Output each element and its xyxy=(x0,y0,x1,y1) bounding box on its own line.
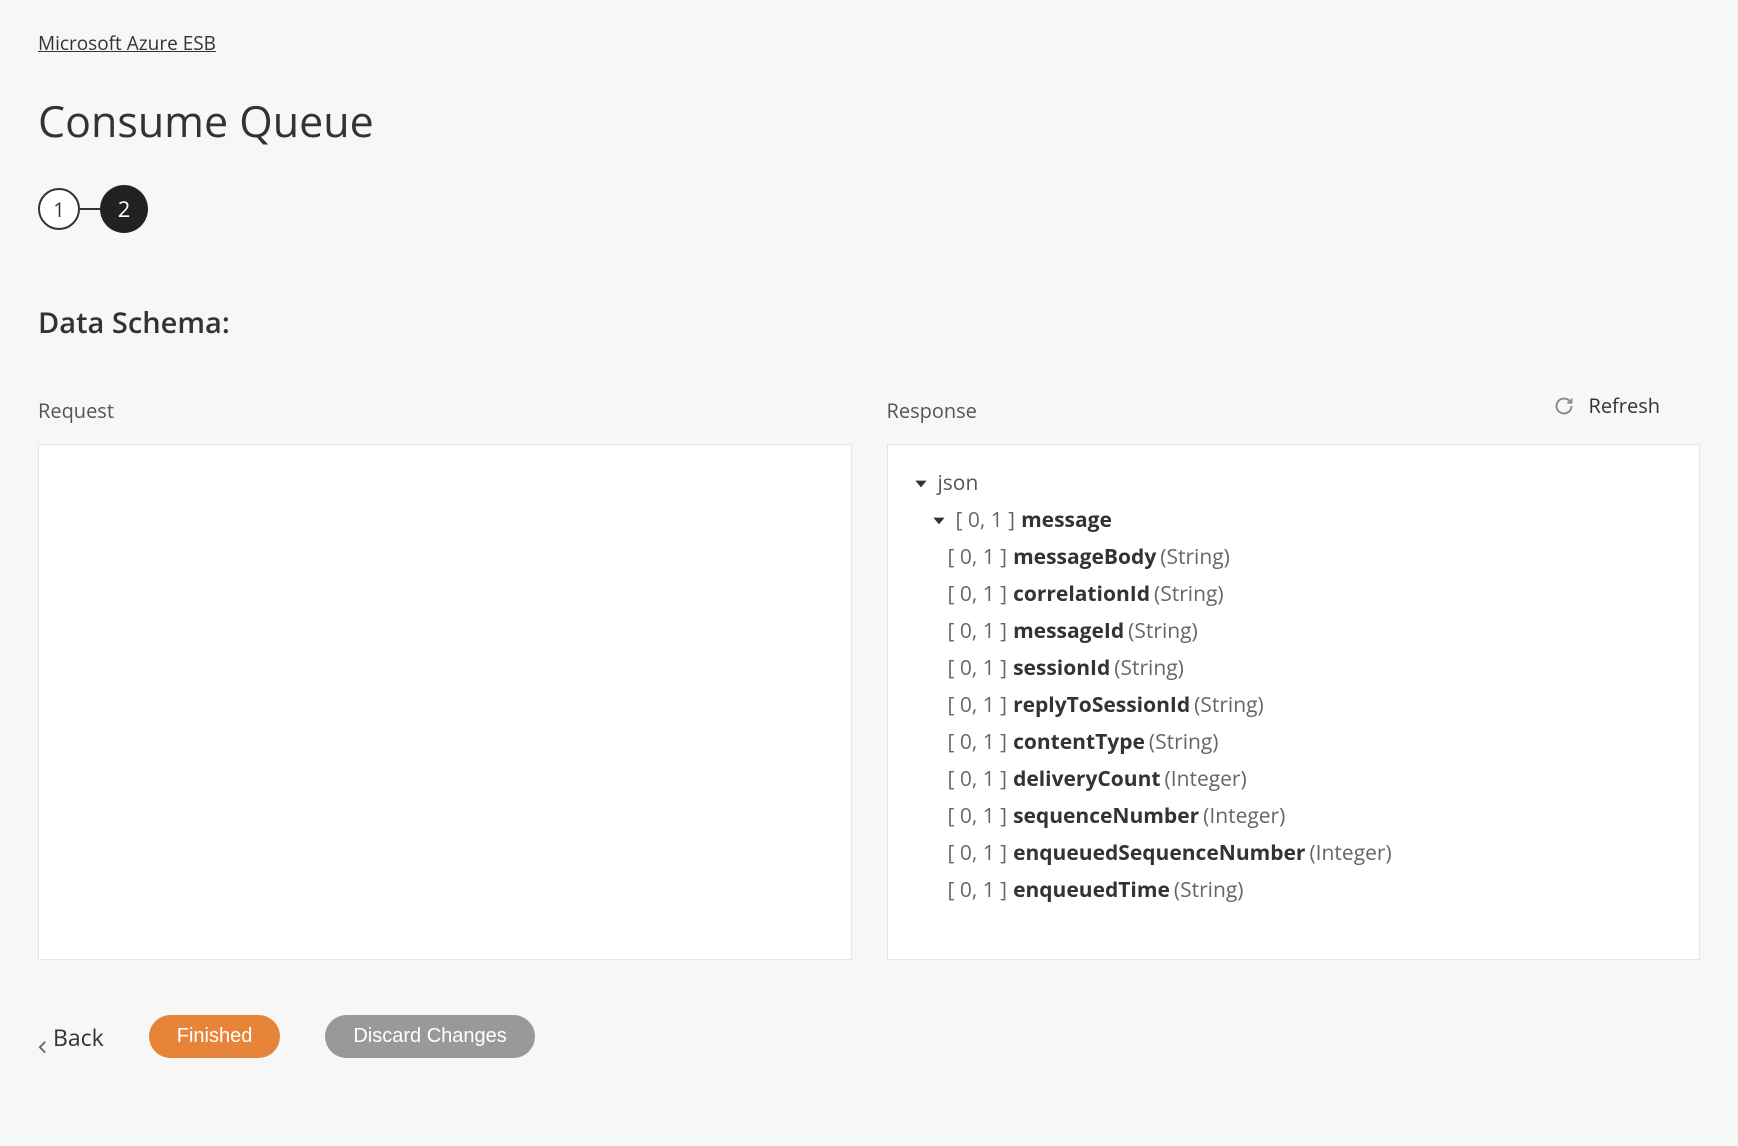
chevron-down-icon xyxy=(912,475,930,493)
tree-field[interactable]: [ 0, 1 ]messageBody (String) xyxy=(948,539,1676,576)
field-cardinality: [ 0, 1 ] xyxy=(956,510,1016,531)
field-cardinality: [ 0, 1 ] xyxy=(948,806,1008,827)
response-label: Response xyxy=(887,397,1701,424)
tree-field[interactable]: [ 0, 1 ]sessionId (String) xyxy=(948,650,1676,687)
tree-root[interactable]: json xyxy=(912,465,1676,502)
field-cardinality: [ 0, 1 ] xyxy=(948,769,1008,790)
field-cardinality: [ 0, 1 ] xyxy=(948,658,1008,679)
field-type: (String) xyxy=(1128,621,1198,642)
field-cardinality: [ 0, 1 ] xyxy=(948,695,1008,716)
breadcrumb-link[interactable]: Microsoft Azure ESB xyxy=(38,30,216,56)
stepper: 1 2 xyxy=(38,185,1700,233)
request-label: Request xyxy=(38,397,852,424)
page-title: Consume Queue xyxy=(38,91,1700,150)
response-panel: json [ 0, 1 ] message [ 0, 1 ]messageBod… xyxy=(887,444,1701,960)
field-type: (Integer) xyxy=(1165,769,1247,790)
response-column: Response json [ 0, 1 ] message [ 0, 1 ]m… xyxy=(887,397,1701,960)
field-type: (Integer) xyxy=(1203,806,1285,827)
tree-field[interactable]: [ 0, 1 ]contentType (String) xyxy=(948,724,1676,761)
back-label: Back xyxy=(53,1021,104,1053)
request-column: Request xyxy=(38,397,852,960)
field-name: deliveryCount xyxy=(1013,769,1160,790)
tree-field[interactable]: [ 0, 1 ]messageId (String) xyxy=(948,613,1676,650)
tree-field[interactable]: [ 0, 1 ]correlationId (String) xyxy=(948,576,1676,613)
tree-field[interactable]: [ 0, 1 ]sequenceNumber (Integer) xyxy=(948,798,1676,835)
field-cardinality: [ 0, 1 ] xyxy=(948,732,1008,753)
field-name: correlationId xyxy=(1013,584,1150,605)
back-button[interactable]: Back xyxy=(38,1021,104,1053)
section-title: Data Schema: xyxy=(38,303,1700,342)
tree-message[interactable]: [ 0, 1 ] message xyxy=(930,502,1676,539)
finished-button[interactable]: Finished xyxy=(149,1015,281,1058)
field-name: messageId xyxy=(1013,621,1124,642)
field-name: enqueuedSequenceNumber xyxy=(1013,843,1305,864)
tree-field[interactable]: [ 0, 1 ]enqueuedSequenceNumber (Integer) xyxy=(948,835,1676,872)
field-type: (String) xyxy=(1149,732,1219,753)
field-cardinality: [ 0, 1 ] xyxy=(948,843,1008,864)
field-type: (Integer) xyxy=(1309,843,1391,864)
chevron-left-icon xyxy=(38,1030,47,1044)
step-connector xyxy=(80,208,100,210)
field-type: (String) xyxy=(1154,584,1224,605)
field-name: sequenceNumber xyxy=(1013,806,1199,827)
tree-field[interactable]: [ 0, 1 ]deliveryCount (Integer) xyxy=(948,761,1676,798)
tree-field[interactable]: [ 0, 1 ]enqueuedTime (String) xyxy=(948,872,1676,909)
tree-field[interactable]: [ 0, 1 ]replyToSessionId (String) xyxy=(948,687,1676,724)
chevron-down-icon xyxy=(930,512,948,530)
field-type: (String) xyxy=(1160,547,1230,568)
field-name: message xyxy=(1021,510,1112,531)
step-2[interactable]: 2 xyxy=(100,185,148,233)
request-panel xyxy=(38,444,852,960)
field-type: (String) xyxy=(1114,658,1184,679)
field-cardinality: [ 0, 1 ] xyxy=(948,547,1008,568)
field-cardinality: [ 0, 1 ] xyxy=(948,880,1008,901)
discard-button[interactable]: Discard Changes xyxy=(325,1015,534,1058)
field-name: enqueuedTime xyxy=(1013,880,1170,901)
field-cardinality: [ 0, 1 ] xyxy=(948,621,1008,642)
field-name: contentType xyxy=(1013,732,1145,753)
field-name: replyToSessionId xyxy=(1013,695,1190,716)
tree-root-label: json xyxy=(938,473,979,494)
field-cardinality: [ 0, 1 ] xyxy=(948,584,1008,605)
field-type: (String) xyxy=(1174,880,1244,901)
field-name: sessionId xyxy=(1013,658,1110,679)
step-1[interactable]: 1 xyxy=(38,188,80,230)
field-type: (String) xyxy=(1194,695,1264,716)
field-name: messageBody xyxy=(1013,547,1156,568)
